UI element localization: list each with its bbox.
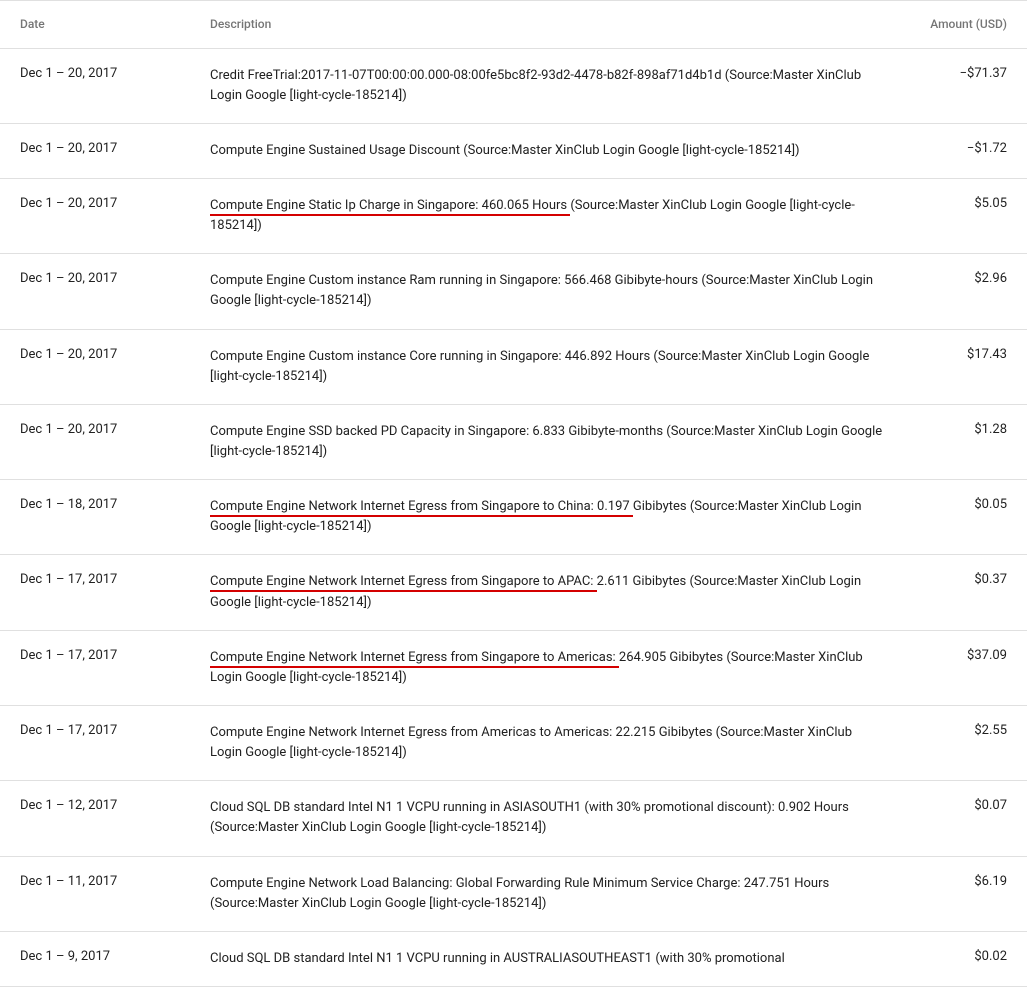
desc-text-highlighted: Compute Engine Network Internet Egress f… [210, 499, 633, 517]
desc-text-post: Compute Engine SSD backed PD Capacity in… [210, 424, 882, 459]
cell-date: Dec 1 – 20, 2017 [0, 66, 210, 81]
cell-description: Compute Engine Custom instance Core runn… [210, 347, 907, 387]
cell-amount: $37.09 [907, 648, 1027, 663]
desc-text-highlighted: Compute Engine Network Internet Egress f… [210, 650, 619, 668]
cell-date: Dec 1 – 9, 2017 [0, 949, 210, 964]
desc-text-post: Cloud SQL DB standard Intel N1 1 VCPU ru… [210, 951, 785, 966]
cell-amount: $2.55 [907, 723, 1027, 738]
cell-description: Compute Engine Network Internet Egress f… [210, 723, 907, 763]
cell-date: Dec 1 – 17, 2017 [0, 648, 210, 663]
cell-date: Dec 1 – 11, 2017 [0, 874, 210, 889]
cell-description: Compute Engine Network Load Balancing: G… [210, 874, 907, 914]
cell-description: Compute Engine SSD backed PD Capacity in… [210, 422, 907, 462]
cell-date: Dec 1 – 17, 2017 [0, 723, 210, 738]
desc-text-highlighted: Compute Engine Network Internet Egress f… [210, 574, 597, 592]
table-row: Dec 1 – 20, 2017Credit FreeTrial:2017-11… [0, 49, 1027, 124]
header-date: Date [0, 17, 210, 31]
billing-table: Date Description Amount (USD) Dec 1 – 20… [0, 0, 1027, 987]
desc-text-post: Compute Engine Custom instance Ram runni… [210, 273, 873, 308]
desc-text-post: Compute Engine Network Load Balancing: G… [210, 876, 829, 911]
cell-description: Compute Engine Static Ip Charge in Singa… [210, 196, 907, 236]
cell-description: Compute Engine Network Internet Egress f… [210, 648, 907, 688]
cell-amount: $17.43 [907, 347, 1027, 362]
header-amount: Amount (USD) [907, 17, 1027, 31]
header-description: Description [210, 15, 907, 34]
cell-description: Compute Engine Custom instance Ram runni… [210, 271, 907, 311]
cell-amount: −$1.72 [907, 141, 1027, 156]
table-row: Dec 1 – 18, 2017Compute Engine Network I… [0, 480, 1027, 555]
cell-description: Cloud SQL DB standard Intel N1 1 VCPU ru… [210, 949, 907, 969]
cell-date: Dec 1 – 17, 2017 [0, 572, 210, 587]
table-row: Dec 1 – 12, 2017Cloud SQL DB standard In… [0, 781, 1027, 856]
cell-date: Dec 1 – 20, 2017 [0, 141, 210, 156]
cell-description: Compute Engine Sustained Usage Discount … [210, 141, 907, 161]
cell-date: Dec 1 – 20, 2017 [0, 196, 210, 211]
cell-amount: $5.05 [907, 196, 1027, 211]
cell-amount: −$71.37 [907, 66, 1027, 81]
cell-description: Cloud SQL DB standard Intel N1 1 VCPU ru… [210, 798, 907, 838]
desc-text-post: Compute Engine Custom instance Core runn… [210, 349, 869, 384]
table-row: Dec 1 – 9, 2017Cloud SQL DB standard Int… [0, 932, 1027, 987]
cell-amount: $1.28 [907, 422, 1027, 437]
table-row: Dec 1 – 11, 2017Compute Engine Network L… [0, 857, 1027, 932]
cell-description: Compute Engine Network Internet Egress f… [210, 572, 907, 612]
cell-date: Dec 1 – 18, 2017 [0, 497, 210, 512]
table-row: Dec 1 – 17, 2017Compute Engine Network I… [0, 555, 1027, 630]
cell-description: Credit FreeTrial:2017-11-07T00:00:00.000… [210, 66, 907, 106]
cell-amount: $0.37 [907, 572, 1027, 587]
desc-text-highlighted: Compute Engine Static Ip Charge in Singa… [210, 198, 570, 216]
table-row: Dec 1 – 17, 2017Compute Engine Network I… [0, 706, 1027, 781]
cell-date: Dec 1 – 12, 2017 [0, 798, 210, 813]
table-header-row: Date Description Amount (USD) [0, 0, 1027, 49]
table-row: Dec 1 – 20, 2017Compute Engine Sustained… [0, 124, 1027, 179]
cell-date: Dec 1 – 20, 2017 [0, 347, 210, 362]
cell-amount: $2.96 [907, 271, 1027, 286]
cell-date: Dec 1 – 20, 2017 [0, 271, 210, 286]
desc-text-post: Credit FreeTrial:2017-11-07T00:00:00.000… [210, 68, 861, 103]
desc-text-post: Compute Engine Network Internet Egress f… [210, 725, 852, 760]
cell-amount: $0.02 [907, 949, 1027, 964]
desc-text-post: Cloud SQL DB standard Intel N1 1 VCPU ru… [210, 800, 849, 835]
cell-date: Dec 1 – 20, 2017 [0, 422, 210, 437]
table-row: Dec 1 – 17, 2017Compute Engine Network I… [0, 631, 1027, 706]
table-row: Dec 1 – 20, 2017Compute Engine SSD backe… [0, 405, 1027, 480]
cell-amount: $0.05 [907, 497, 1027, 512]
cell-amount: $0.07 [907, 798, 1027, 813]
table-row: Dec 1 – 20, 2017Compute Engine Static Ip… [0, 179, 1027, 254]
cell-description: Compute Engine Network Internet Egress f… [210, 497, 907, 537]
desc-text-post: Compute Engine Sustained Usage Discount … [210, 143, 800, 158]
cell-amount: $6.19 [907, 874, 1027, 889]
table-row: Dec 1 – 20, 2017Compute Engine Custom in… [0, 330, 1027, 405]
table-row: Dec 1 – 20, 2017Compute Engine Custom in… [0, 254, 1027, 329]
